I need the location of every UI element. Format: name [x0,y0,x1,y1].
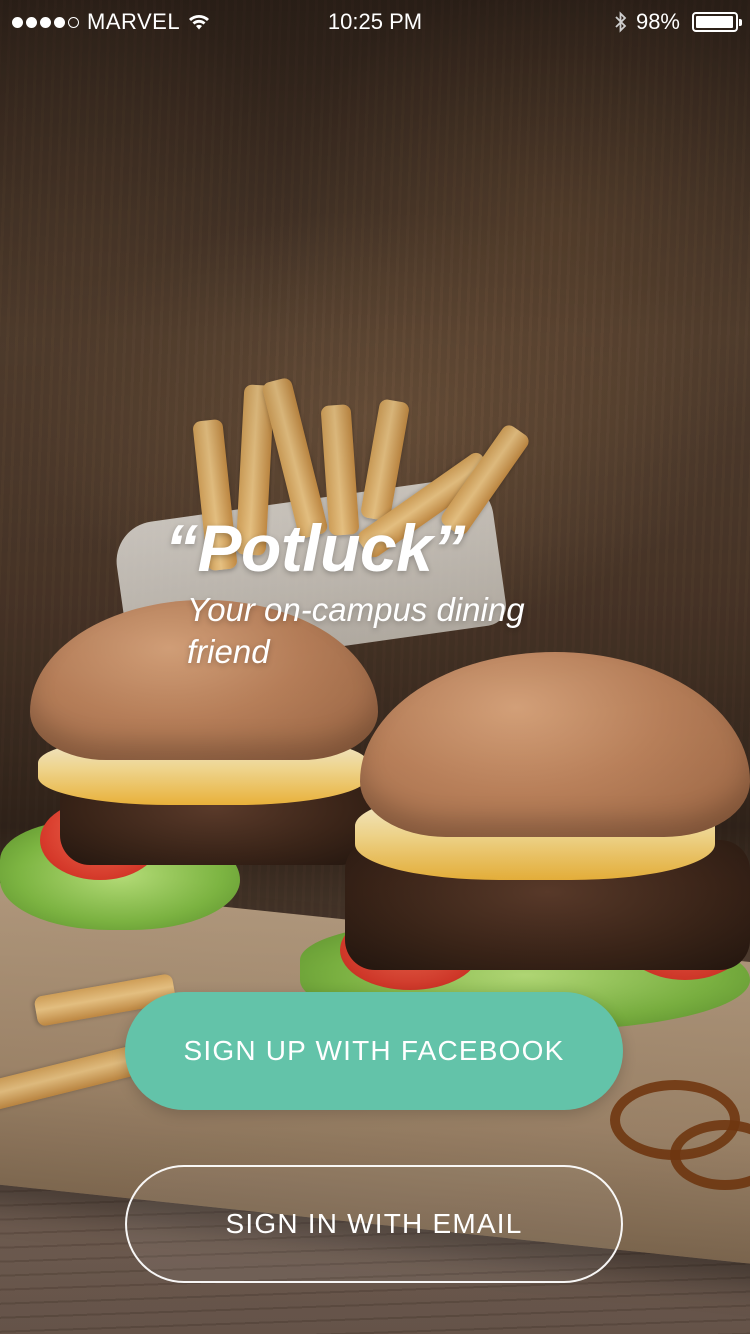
sign-in-email-label: SIGN IN WITH EMAIL [225,1208,523,1239]
battery-icon [692,12,742,32]
signal-dot [40,16,51,28]
sign-up-facebook-label: SIGN UP WITH FACEBOOK [183,1035,565,1066]
status-bar: MARVEL 10:25 PM 98% [0,0,750,44]
battery-percent: 98% [635,9,680,34]
tagline: Your on-campus dining friend [187,590,525,670]
bluetooth-icon [615,11,627,33]
hero: “Potluck” Your on-campus dining friend [165,512,587,673]
signal-dot [54,16,65,28]
carrier-name: MARVEL [87,9,181,34]
signal-dot [26,16,37,28]
sign-in-email-button[interactable]: SIGN IN WITH EMAIL [125,1165,623,1283]
signal-strength-icon [12,16,79,28]
sign-up-facebook-button[interactable]: SIGN UP WITH FACEBOOK [125,992,623,1110]
signal-dot [12,16,23,28]
app-title: “Potluck” [165,511,465,585]
wifi-icon [189,15,210,30]
welcome-screen: MARVEL 10:25 PM 98% “Potluck” Your on-ca… [0,0,750,1334]
signal-dot [68,16,79,28]
battery-level [696,16,734,28]
status-right: 98% [614,9,742,35]
